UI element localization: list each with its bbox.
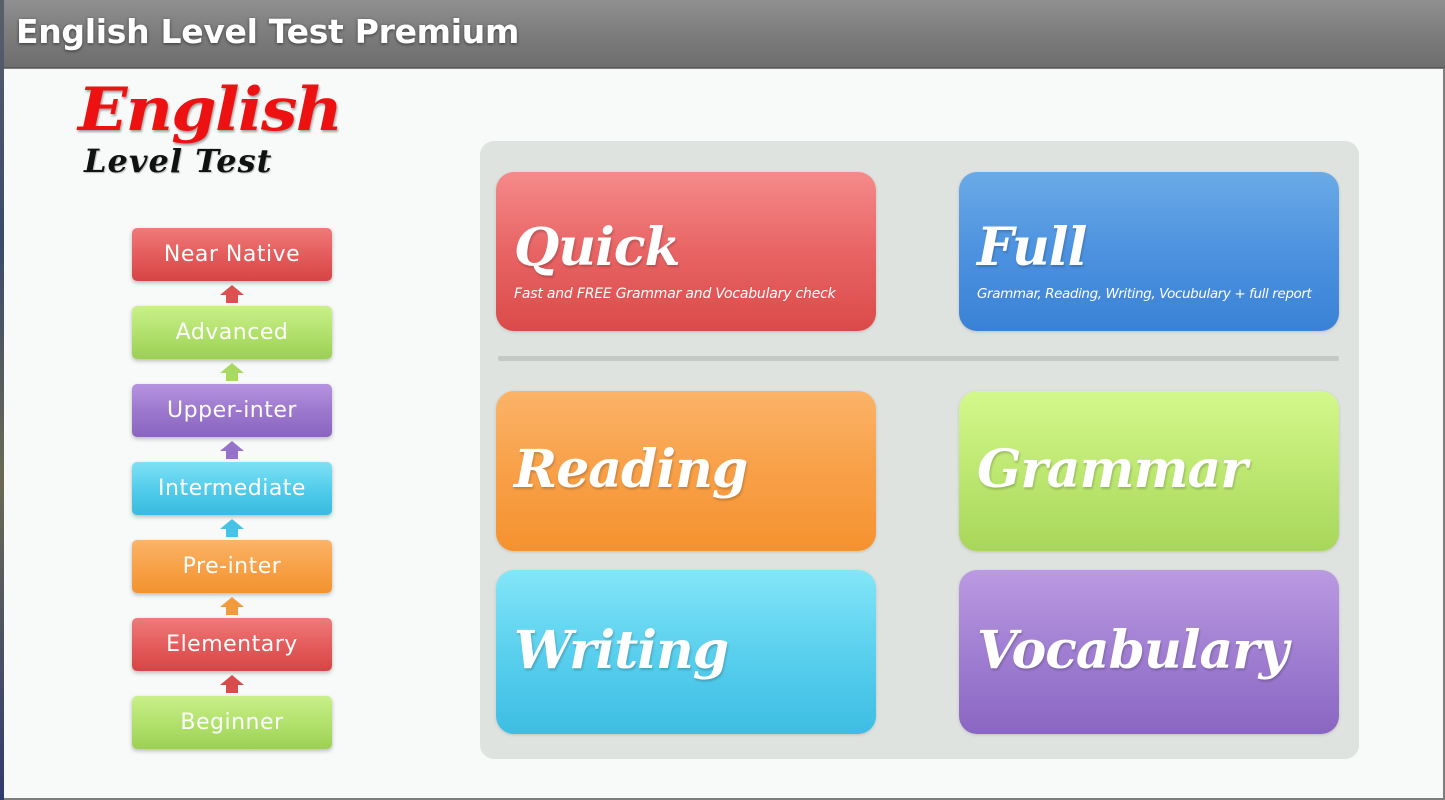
arrow-up-icon xyxy=(220,281,244,306)
level-ladder: Near Native Advanced Upper-inter Interme… xyxy=(132,228,332,749)
writing-test-title: Writing xyxy=(514,620,729,681)
logo-english-text: English xyxy=(78,75,343,145)
arrow-up-icon xyxy=(220,593,244,618)
app-logo: English Level Test xyxy=(78,79,343,180)
section-divider xyxy=(498,356,1339,361)
level-intermediate[interactable]: Intermediate xyxy=(132,462,332,515)
full-test-title: Full xyxy=(977,217,1087,278)
title-bar: English Level Test Premium xyxy=(0,0,1445,68)
arrow-up-icon xyxy=(220,359,244,384)
quick-test-title: Quick xyxy=(514,217,681,278)
grammar-test-button[interactable]: Grammar xyxy=(959,391,1339,551)
vocabulary-test-title: Vocabulary xyxy=(977,620,1289,681)
writing-test-button[interactable]: Writing xyxy=(496,570,876,734)
full-test-subtitle: Grammar, Reading, Writing, Vocubulary + … xyxy=(977,286,1312,302)
arrow-up-icon xyxy=(220,515,244,540)
level-elementary[interactable]: Elementary xyxy=(132,618,332,671)
main-content: English Level Test Near Native Advanced … xyxy=(4,69,1443,798)
level-pre-inter[interactable]: Pre-inter xyxy=(132,540,332,593)
reading-test-button[interactable]: Reading xyxy=(496,391,876,551)
app-title: English Level Test Premium xyxy=(16,12,520,51)
arrow-up-icon xyxy=(220,671,244,696)
test-selection-panel: Quick Fast and FREE Grammar and Vocabula… xyxy=(480,141,1359,759)
full-test-button[interactable]: Full Grammar, Reading, Writing, Vocubula… xyxy=(959,172,1339,331)
logo-level-test-text: Level Test xyxy=(84,142,273,180)
arrow-up-icon xyxy=(220,437,244,462)
level-upper-inter[interactable]: Upper-inter xyxy=(132,384,332,437)
level-near-native[interactable]: Near Native xyxy=(132,228,332,281)
quick-test-button[interactable]: Quick Fast and FREE Grammar and Vocabula… xyxy=(496,172,876,331)
level-beginner[interactable]: Beginner xyxy=(132,696,332,749)
vocabulary-test-button[interactable]: Vocabulary xyxy=(959,570,1339,734)
reading-test-title: Reading xyxy=(514,439,748,500)
level-advanced[interactable]: Advanced xyxy=(132,306,332,359)
quick-test-subtitle: Fast and FREE Grammar and Vocabulary che… xyxy=(514,286,836,302)
grammar-test-title: Grammar xyxy=(977,439,1248,500)
